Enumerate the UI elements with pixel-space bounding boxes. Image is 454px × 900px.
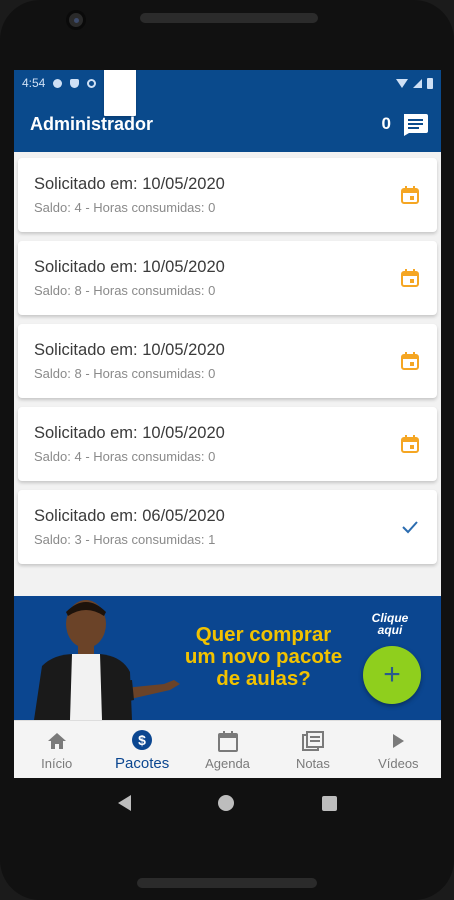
banner-headline: Quer comprar um novo pacote de aulas? (176, 624, 351, 690)
sync-icon (87, 78, 97, 88)
speaker-grille-top (140, 13, 318, 23)
camera-icon (66, 10, 86, 30)
tab-label: Início (41, 755, 73, 771)
status-time: 4:54 (22, 76, 46, 90)
app-screen: 4:54 Administrador 0 Solicitado em: 10/0… (14, 70, 441, 828)
tab-notas[interactable]: Notas (270, 721, 355, 778)
tab-label: Vídeos (378, 755, 419, 771)
calendar-icon (217, 730, 238, 752)
balance-details: Saldo: 4 - Horas consumidas: 0 (34, 449, 216, 464)
tab-label: Pacotes (115, 754, 170, 772)
bottom-navigation: Início $ Pacotes Agenda Notas Vídeos (14, 720, 441, 778)
gear-icon (53, 78, 63, 88)
signal-icon (413, 78, 422, 88)
message-count: 0 (381, 114, 391, 133)
tab-label: Agenda (205, 755, 250, 771)
battery-icon (427, 77, 433, 89)
home-button-icon[interactable] (218, 795, 235, 811)
check-icon (402, 521, 418, 534)
banner-headline-line: Quer comprar (195, 623, 332, 646)
balance-details: Saldo: 3 - Horas consumidas: 1 (34, 532, 216, 547)
banner-headline-line: um novo pacote (184, 645, 343, 668)
page-title: Administrador (30, 113, 154, 134)
recent-apps-icon[interactable] (322, 795, 338, 811)
balance-details: Saldo: 4 - Horas consumidas: 0 (34, 200, 216, 215)
home-icon (47, 732, 66, 749)
click-here-label: Clique aqui (366, 612, 414, 636)
shield-icon (70, 78, 80, 88)
list-item[interactable]: Solicitado em: 06/05/2020 Saldo: 3 - Hor… (18, 490, 437, 564)
banner-headline-line: de aulas? (216, 667, 311, 690)
promo-person-image (34, 600, 180, 720)
tab-videos[interactable]: Vídeos (356, 721, 441, 778)
system-navigation-bar (14, 778, 441, 828)
cta-line: aqui (377, 623, 403, 637)
request-date: Solicitado em: 06/05/2020 (34, 507, 225, 525)
balance-details: Saldo: 8 - Horas consumidas: 0 (34, 283, 216, 298)
svg-text:$: $ (138, 732, 146, 748)
add-package-button[interactable]: + (363, 646, 421, 704)
tab-pacotes[interactable]: $ Pacotes (99, 721, 184, 778)
wifi-icon (396, 78, 408, 88)
speaker-grille-bottom (137, 878, 317, 888)
calendar-icon (401, 435, 419, 453)
package-list: Solicitado em: 10/05/2020 Saldo: 4 - Hor… (14, 152, 441, 564)
back-icon[interactable] (117, 795, 131, 811)
list-item[interactable]: Solicitado em: 10/05/2020 Saldo: 4 - Hor… (18, 407, 437, 481)
list-item[interactable]: Solicitado em: 10/05/2020 Saldo: 8 - Hor… (18, 241, 437, 315)
request-date: Solicitado em: 10/05/2020 (34, 258, 225, 276)
request-date: Solicitado em: 10/05/2020 (34, 424, 225, 442)
tab-inicio[interactable]: Início (14, 721, 99, 778)
sim-card-icon (104, 70, 137, 116)
dollar-icon: $ (132, 729, 153, 750)
calendar-icon (401, 352, 419, 370)
plus-icon: + (383, 658, 401, 691)
request-date: Solicitado em: 10/05/2020 (34, 175, 225, 193)
phone-frame: 4:54 Administrador 0 Solicitado em: 10/0… (0, 0, 454, 900)
notes-icon (301, 730, 324, 751)
list-item[interactable]: Solicitado em: 10/05/2020 Saldo: 8 - Hor… (18, 324, 437, 398)
tab-agenda[interactable]: Agenda (185, 721, 270, 778)
play-icon (393, 733, 405, 748)
calendar-icon (401, 186, 419, 204)
request-date: Solicitado em: 10/05/2020 (34, 341, 225, 359)
calendar-icon (401, 269, 419, 287)
status-bar: 4:54 (14, 70, 441, 116)
balance-details: Saldo: 8 - Horas consumidas: 0 (34, 366, 216, 381)
promo-banner[interactable]: Quer comprar um novo pacote de aulas? Cl… (14, 596, 441, 720)
list-item[interactable]: Solicitado em: 10/05/2020 Saldo: 4 - Hor… (18, 158, 437, 232)
tab-label: Notas (295, 755, 330, 771)
chat-icon[interactable] (401, 112, 429, 136)
